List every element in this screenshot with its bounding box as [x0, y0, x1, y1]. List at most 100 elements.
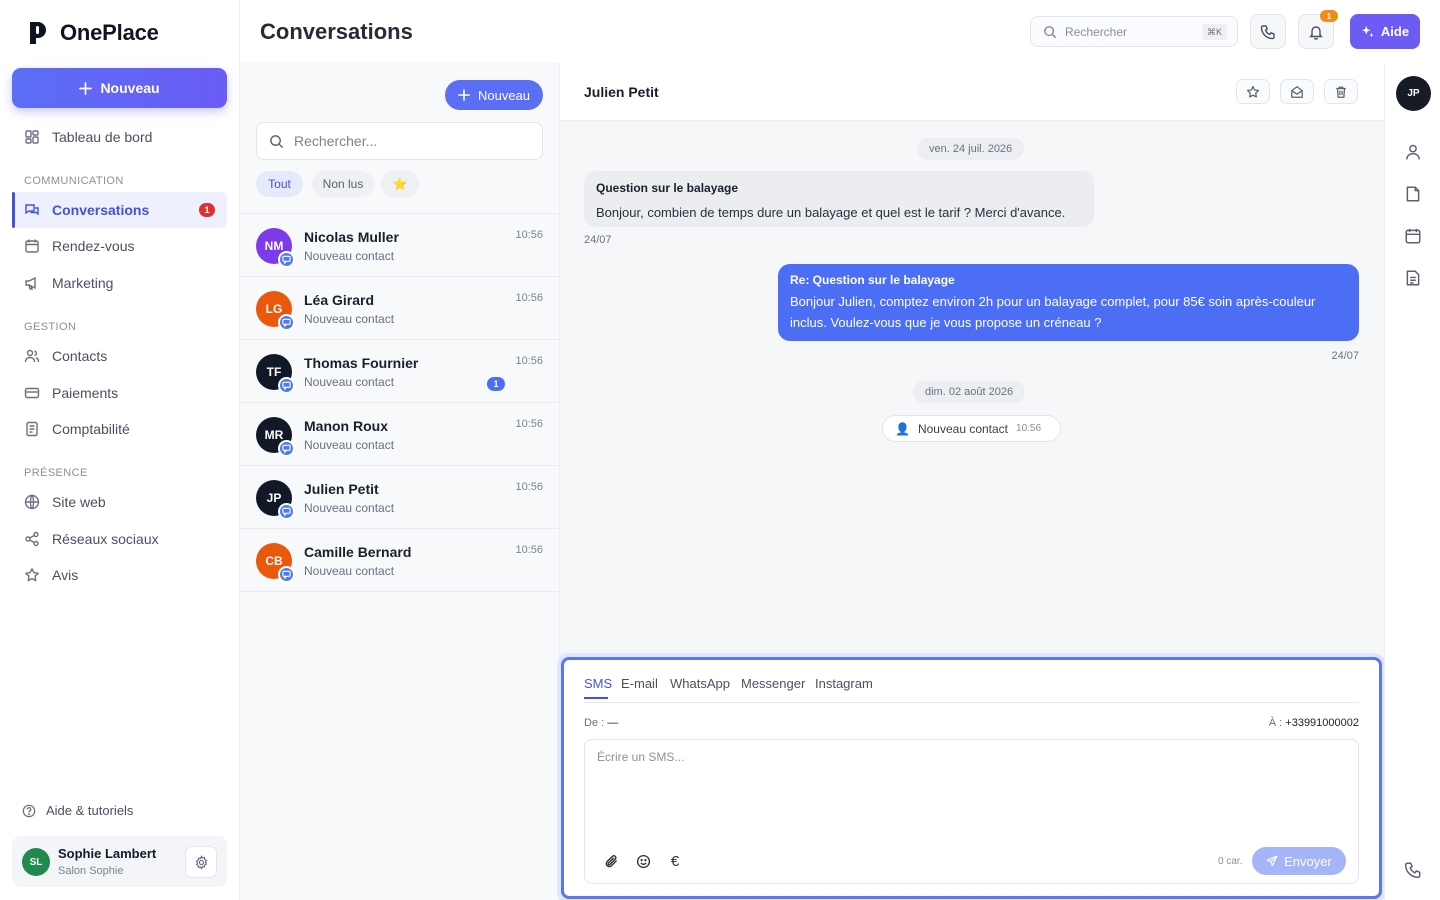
favorite-button[interactable] — [1236, 79, 1270, 104]
global-search-input[interactable]: Rechercher ⌘K — [1030, 16, 1238, 47]
message-time: 10:56 — [515, 229, 543, 241]
message-text: Bonjour, combien de temps dure un balaya… — [596, 205, 1066, 220]
outgoing-message: Re: Question sur le balayage Bonjour Jul… — [778, 264, 1359, 341]
help-tutorials-link[interactable]: Aide & tutoriels — [22, 803, 133, 818]
conversation-list-pane: Nouveau Rechercher... Tout Non lus ⭐ NM … — [240, 63, 560, 900]
contact-name: Manon Roux — [304, 418, 388, 434]
message-time: 10:56 — [515, 292, 543, 304]
calendar-icon[interactable] — [1404, 227, 1422, 245]
message-input[interactable]: Écrire un SMS... € 0 car. Envoyer — [584, 739, 1359, 884]
sparkles-icon — [1361, 25, 1375, 39]
tab-messenger[interactable]: Messenger — [741, 676, 805, 691]
new-conversation-button[interactable]: Nouveau — [445, 80, 543, 110]
tab-sms[interactable]: SMS — [584, 676, 612, 691]
sidebar-item-dashboard[interactable]: Tableau de bord — [12, 119, 227, 155]
note-icon[interactable] — [1404, 185, 1422, 203]
conversation-row[interactable]: NM Nicolas Muller Nouveau contact 10:56 — [240, 214, 559, 277]
brand[interactable]: OnePlace — [28, 20, 159, 46]
notifications-badge: 1 — [1320, 10, 1338, 22]
person-icon: 👤 — [895, 421, 910, 436]
sidebar-item-label: Paiements — [52, 385, 119, 401]
sidebar-item-marketing[interactable]: Marketing — [12, 265, 227, 301]
sidebar-item-contacts[interactable]: Contacts — [12, 338, 227, 374]
tab-email[interactable]: E-mail — [621, 676, 658, 691]
user-name: Sophie Lambert — [58, 846, 157, 861]
star-icon — [24, 567, 40, 583]
emoji-icon[interactable] — [634, 852, 652, 870]
conversation-row[interactable]: JP Julien Petit Nouveau contact 10:56 — [240, 466, 559, 529]
sidebar-item-reviews[interactable]: Avis — [12, 557, 227, 593]
character-count: 0 car. — [1218, 856, 1243, 867]
sidebar-item-label: Conversations — [52, 202, 150, 218]
to-value: +33991000002 — [1285, 717, 1359, 729]
help-link-label: Aide & tutoriels — [46, 803, 134, 818]
users-icon — [24, 348, 40, 364]
mark-read-button[interactable] — [1280, 79, 1314, 104]
conversation-row[interactable]: MR Manon Roux Nouveau contact 10:56 — [240, 403, 559, 466]
tab-whatsapp[interactable]: WhatsApp — [670, 676, 730, 691]
help-button[interactable]: Aide — [1350, 14, 1420, 49]
search-placeholder: Rechercher... — [294, 133, 378, 149]
section-label-gestion: GESTION — [24, 321, 77, 333]
trash-icon — [1334, 85, 1348, 99]
conversation-row[interactable]: CB Camille Bernard Nouveau contact 10:56 — [240, 529, 559, 592]
sidebar-item-label: Contacts — [52, 348, 108, 364]
sidebar-item-payments[interactable]: Paiements — [12, 375, 227, 411]
chat-channel-icon — [278, 566, 295, 583]
contact-name: Léa Girard — [304, 292, 375, 308]
user-card[interactable]: SL Sophie Lambert Salon Sophie — [12, 836, 227, 887]
payment-link-icon[interactable]: € — [666, 852, 684, 870]
settings-button[interactable] — [185, 846, 217, 878]
incoming-message: Question sur le balayage Bonjour, combie… — [584, 171, 1094, 227]
message-preview: Nouveau contact — [304, 438, 395, 452]
send-button[interactable]: Envoyer — [1252, 847, 1346, 875]
contact-name: Julien Petit — [304, 481, 379, 497]
chat-channel-icon — [278, 251, 295, 268]
avatar[interactable]: JP — [1396, 76, 1431, 111]
delete-button[interactable] — [1324, 79, 1358, 104]
sidebar-item-conversations[interactable]: Conversations 1 — [12, 192, 227, 228]
search-icon — [269, 134, 284, 149]
unread-badge: 1 — [487, 377, 505, 391]
conversation-search-input[interactable]: Rechercher... — [256, 122, 543, 160]
message-time: 10:56 — [515, 355, 543, 367]
brand-name: OnePlace — [60, 20, 159, 45]
filter-all[interactable]: Tout — [256, 171, 303, 197]
system-event-label: Nouveau contact — [917, 421, 1009, 436]
sidebar-item-label: Comptabilité — [52, 421, 130, 437]
phone-icon[interactable] — [1404, 861, 1422, 879]
filter-starred[interactable]: ⭐ — [381, 171, 419, 197]
user-business: Salon Sophie — [58, 865, 124, 877]
new-button[interactable]: Nouveau — [12, 68, 227, 108]
sidebar: OnePlace Nouveau Tableau de bord COMMUNI… — [0, 0, 240, 900]
message-preview: Nouveau contact — [304, 312, 395, 326]
share-icon — [24, 531, 40, 547]
send-button-label: Envoyer — [1284, 853, 1332, 869]
gear-icon — [194, 854, 209, 870]
message-composer: SMS E-mail WhatsApp Messenger Instagram … — [561, 657, 1382, 899]
sidebar-item-social[interactable]: Réseaux sociaux — [12, 521, 227, 557]
document-icon[interactable] — [1404, 269, 1422, 287]
person-icon[interactable] — [1404, 143, 1422, 161]
sidebar-item-appointments[interactable]: Rendez-vous — [12, 228, 227, 264]
section-label-communication: COMMUNICATION — [24, 175, 124, 187]
sidebar-item-label: Marketing — [52, 275, 114, 291]
sidebar-item-label: Tableau de bord — [52, 129, 153, 145]
system-event-time: 10:56 — [1016, 423, 1042, 434]
filter-unread[interactable]: Non lus — [312, 171, 374, 197]
to-label: À : — [1268, 717, 1283, 729]
sidebar-item-website[interactable]: Site web — [12, 484, 227, 520]
sender-line[interactable]: De : — — [584, 717, 618, 729]
conversation-row[interactable]: TF Thomas Fournier Nouveau contact 10:56… — [240, 340, 559, 403]
sidebar-item-accounting[interactable]: Comptabilité — [12, 411, 227, 447]
attach-icon[interactable] — [602, 852, 620, 870]
chat-pane: Julien Petit ven. 24 juil. 2026 Question… — [560, 63, 1384, 900]
phone-button[interactable] — [1250, 14, 1286, 49]
message-date: 24/07 — [1331, 350, 1359, 362]
chat-contact-name: Julien Petit — [584, 84, 659, 100]
tab-instagram[interactable]: Instagram — [815, 676, 873, 691]
search-placeholder: Rechercher — [1065, 24, 1128, 39]
help-button-label: Aide — [1380, 24, 1410, 39]
from-value: — — [607, 717, 619, 729]
conversation-row[interactable]: LG Léa Girard Nouveau contact 10:56 — [240, 277, 559, 340]
